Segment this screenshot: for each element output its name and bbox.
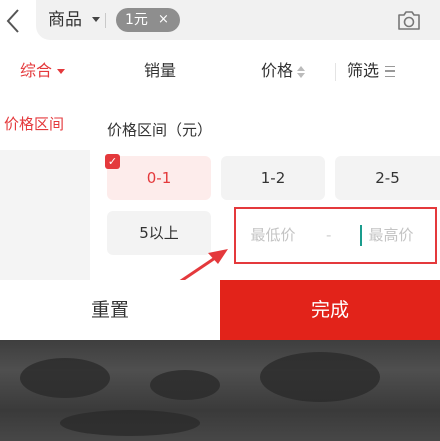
price-option-5-plus[interactable]: 5以上: [107, 211, 211, 255]
sort-updown-icon: [297, 65, 306, 78]
search-keyword-chip[interactable]: 1元 ×: [116, 8, 180, 32]
back-arrow-icon: [6, 9, 19, 33]
dimmed-background: [0, 340, 440, 441]
sort-tab-comprehensive[interactable]: 综合: [20, 60, 66, 82]
filter-action-bar: 重置 完成: [0, 280, 440, 340]
caret-down-icon: [92, 17, 100, 22]
sidebar-item-price-range[interactable]: 价格区间: [0, 96, 90, 150]
option-label: 5以上: [139, 224, 179, 242]
check-icon: ✓: [105, 154, 120, 169]
option-label: 1-2: [260, 169, 286, 187]
divider: [335, 63, 336, 81]
close-icon[interactable]: ×: [158, 10, 169, 30]
search-box[interactable]: 商品 1元 ×: [36, 0, 440, 40]
price-option-0-1[interactable]: ✓ 0-1: [105, 154, 211, 200]
reset-button[interactable]: 重置: [0, 280, 220, 340]
search-scope-label[interactable]: 商品: [48, 9, 82, 31]
sort-tab-price[interactable]: 价格: [261, 60, 306, 82]
sort-bar: 综合 销量 价格 筛选: [0, 44, 440, 96]
done-button[interactable]: 完成: [220, 280, 440, 340]
sort-tab-label: 综合: [20, 61, 53, 80]
section-title: 价格区间（元）: [107, 121, 213, 139]
option-label: 2-5: [375, 169, 400, 187]
caret-down-icon: [57, 69, 66, 74]
filter-lines-icon: [385, 66, 396, 77]
option-label: 0-1: [146, 169, 172, 187]
sort-tab-label: 筛选: [347, 61, 380, 80]
back-button[interactable]: [2, 6, 28, 36]
price-option-2-5[interactable]: 2-5: [335, 156, 440, 200]
sort-tab-label: 价格: [261, 61, 294, 80]
sort-tab-sales[interactable]: 销量: [144, 60, 176, 82]
chip-label: 1元: [125, 12, 148, 28]
sort-tab-filter[interactable]: 筛选: [347, 60, 396, 82]
highlight-box: [234, 207, 437, 264]
top-search-bar: 商品 1元 ×: [0, 0, 440, 42]
filter-category-sidebar: 价格区间: [0, 96, 90, 280]
sort-tab-label: 销量: [144, 61, 177, 80]
divider: [105, 13, 106, 28]
camera-icon[interactable]: [396, 8, 422, 32]
price-option-1-2[interactable]: 1-2: [221, 156, 325, 200]
sidebar-item-label: 价格区间: [4, 115, 65, 133]
